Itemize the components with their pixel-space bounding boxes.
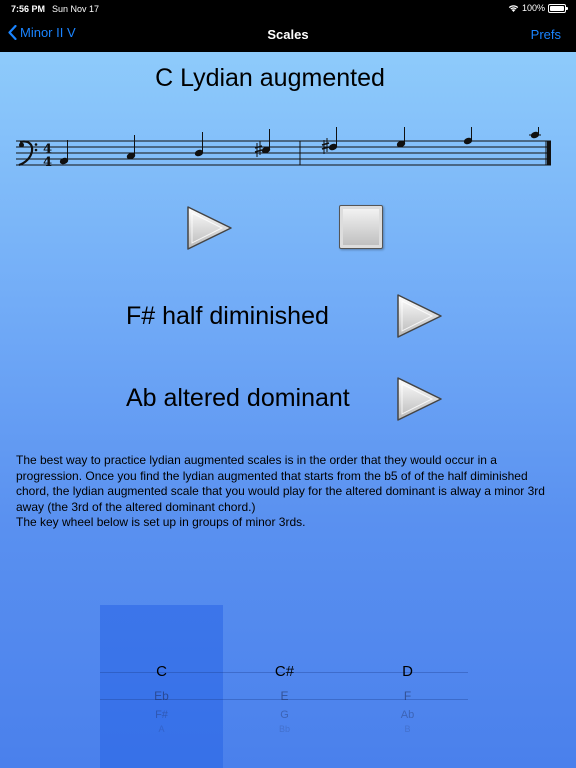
picker-column-2[interactable]: C# E G Bb [223,538,346,768]
navigation-bar: Minor II V Scales Prefs [0,18,576,52]
status-date: Sun Nov 17 [52,4,100,14]
picker-option[interactable]: E [223,689,346,703]
picker-option[interactable]: G [223,709,346,721]
wifi-icon [508,5,519,12]
picker-option[interactable]: Ab [346,709,469,721]
play-icon [397,294,442,338]
play-icon [187,206,232,250]
play-icon [397,377,442,421]
picker-option[interactable]: B [346,724,469,734]
picker-option[interactable]: A [100,724,223,734]
picker-selected-value[interactable]: D [346,663,469,680]
sharp-icon [321,138,330,154]
picker-selected-value[interactable]: C# [223,663,346,680]
picker-option[interactable]: F# [100,709,223,721]
scale-content: C Lydian augmented 4 4 F# half diminishe… [0,52,576,768]
scale-title: C Lydian augmented [155,64,385,92]
music-staff: 4 4 [16,127,551,170]
status-bar: 7:56 PM Sun Nov 17 100% [0,0,576,18]
battery-percent: 100% [521,3,545,13]
status-right: 100% [508,3,568,13]
play-scale-button[interactable] [184,204,234,259]
picker-option[interactable]: F [346,689,469,703]
prefs-button[interactable]: Prefs [531,27,561,42]
stop-icon [339,205,383,249]
page-title: Scales [267,27,309,42]
stop-button[interactable] [339,205,383,249]
battery-icon [548,3,568,13]
description-text: The best way to practice lydian augmente… [16,453,545,529]
sharp-icon [254,141,263,157]
status-time: 7:56 PM [11,4,46,14]
play-chord-2-button[interactable] [394,375,444,430]
key-wheel-picker[interactable]: C Eb F# A C# E G Bb D F Ab B [100,605,468,768]
chord-label-1: F# half diminished [126,302,329,330]
time-signature-bottom: 4 [43,155,52,170]
picker-option[interactable]: Eb [100,689,223,703]
picker-column-1[interactable]: C Eb F# A [100,538,223,768]
picker-option[interactable]: Bb [223,724,346,734]
chord-label-2: Ab altered dominant [126,384,350,412]
picker-selected-value[interactable]: C [100,663,223,680]
final-barline [547,141,551,165]
picker-column-3[interactable]: D F Ab B [346,538,469,768]
play-chord-1-button[interactable] [394,292,444,347]
